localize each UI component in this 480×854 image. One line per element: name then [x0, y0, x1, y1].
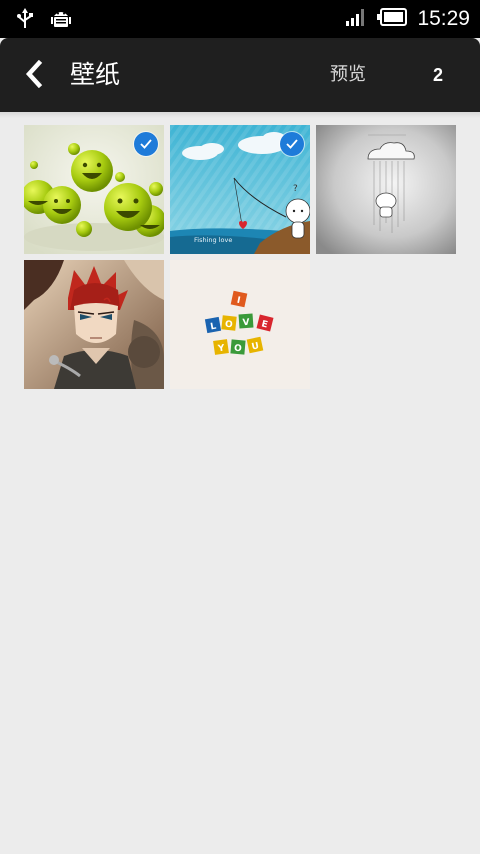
- action-bar: 壁纸 预览 2: [0, 38, 480, 112]
- android-debug-icon: [50, 8, 72, 34]
- page-title: 壁纸: [70, 60, 121, 89]
- wallpaper-thumb-smiley-balls[interactable]: [24, 125, 164, 254]
- selected-check-icon: [280, 132, 304, 156]
- back-button[interactable]: [14, 56, 54, 96]
- block-letter: O: [234, 344, 243, 355]
- action-bar-shadow: [0, 112, 480, 118]
- wallpaper-thumb-anime-character[interactable]: [24, 260, 164, 389]
- signal-icon: [345, 7, 367, 31]
- block-letter: O: [224, 320, 233, 331]
- wallpaper-thumb-fishing-love[interactable]: ? Fishing love: [170, 125, 310, 254]
- fishing-love-caption: Fishing love: [194, 236, 232, 244]
- battery-icon: [377, 8, 408, 30]
- usb-icon: [16, 8, 34, 34]
- selected-check-icon: [134, 132, 158, 156]
- selected-count-badge: 2: [432, 65, 443, 85]
- status-bar: 15:29: [0, 0, 480, 38]
- wallpaper-thumb-i-love-you-blocks[interactable]: I L O V E Y O U: [170, 260, 310, 389]
- svg-text:?: ?: [293, 184, 298, 194]
- clock: 15:29: [417, 7, 470, 30]
- block-letter: V: [242, 318, 250, 328]
- wallpaper-thumb-gray-cloud[interactable]: [316, 125, 456, 254]
- back-arrow-icon: [24, 59, 44, 92]
- preview-button[interactable]: 预览: [330, 62, 366, 88]
